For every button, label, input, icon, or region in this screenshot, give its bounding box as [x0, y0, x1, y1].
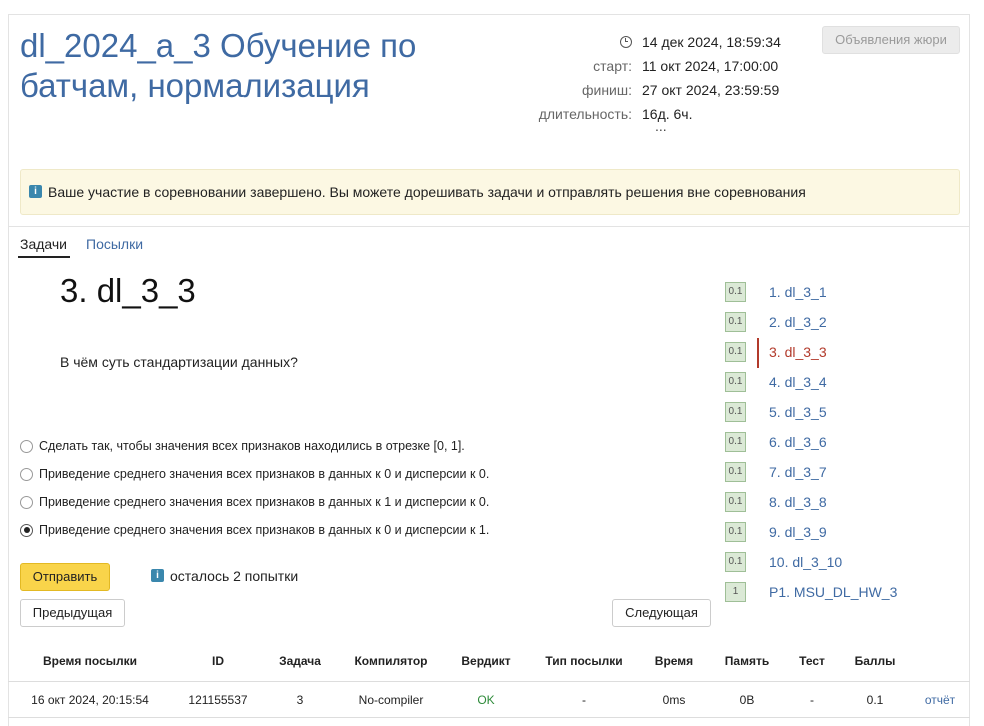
score-badge: 0.1	[725, 342, 746, 362]
score-badge: 0.1	[725, 492, 746, 512]
start-value: 11 окт 2024, 17:00:00	[642, 58, 779, 74]
radio-button[interactable]	[20, 467, 33, 481]
task-link[interactable]: 7. dl_3_7	[769, 464, 827, 480]
task-list-item[interactable]: 0.1 7. dl_3_7	[725, 462, 965, 484]
attempts-remaining: i осталось 2 попытки	[151, 568, 298, 584]
option-label: Приведение среднего значения всех призна…	[39, 523, 490, 537]
submit-button[interactable]: Отправить	[20, 563, 110, 591]
contest-title: dl_2024_a_3 Обучение по батчам, нормализ…	[20, 27, 417, 104]
cell-test: -	[810, 693, 814, 707]
finish-label: финиш:	[581, 82, 632, 98]
cell-score: 0.1	[866, 693, 884, 707]
col-header: Вердикт	[461, 654, 511, 668]
task-list-item[interactable]: 0.1 10. dl_3_10	[725, 552, 965, 574]
answer-option[interactable]: Приведение среднего значения всех призна…	[20, 488, 489, 516]
task-list-item[interactable]: 0.1 4. dl_3_4	[725, 372, 965, 394]
info-icon: i	[151, 568, 164, 582]
alert-text: Ваше участие в соревновании завершено. В…	[48, 184, 806, 200]
cell-submission-type: -	[582, 693, 586, 707]
task-link[interactable]: 3. dl_3_3	[769, 344, 827, 360]
col-header: Компилятор	[354, 654, 428, 668]
task-list-item[interactable]: 0.1 8. dl_3_8	[725, 492, 965, 514]
table-header: Время посылки ID Задача Компилятор Верди…	[8, 640, 970, 682]
meta-ellipsis: ...	[655, 118, 667, 134]
previous-task-button[interactable]: Предыдущая	[20, 599, 125, 627]
task-link[interactable]: 10. dl_3_10	[769, 554, 842, 570]
col-header: Время	[654, 654, 694, 668]
task-list-item-active[interactable]: 0.1 3. dl_3_3	[725, 338, 965, 368]
option-label: Сделать так, чтобы значения всех признак…	[39, 439, 465, 453]
score-badge: 0.1	[725, 432, 746, 452]
active-task-marker	[757, 338, 759, 368]
finish-value: 27 окт 2024, 23:59:59	[642, 82, 780, 98]
radio-button-checked[interactable]	[20, 523, 33, 537]
score-badge: 0.1	[725, 372, 746, 392]
option-label: Приведение среднего значения всех призна…	[39, 467, 490, 481]
start-label: старт:	[593, 58, 632, 74]
task-list-item[interactable]: 1 P1. MSU_DL_HW_3	[725, 582, 965, 604]
task-link[interactable]: 2. dl_3_2	[769, 314, 827, 330]
cell-time: 16 окт 2024, 20:15:54	[31, 693, 149, 707]
task-list-item[interactable]: 0.1 1. dl_3_1	[725, 282, 965, 304]
tab-tasks[interactable]: Задачи	[20, 236, 67, 252]
task-list-item[interactable]: 0.1 5. dl_3_5	[725, 402, 965, 424]
cell-task: 3	[296, 693, 304, 707]
cell-compiler: No-compiler	[358, 693, 424, 707]
task-link[interactable]: 6. dl_3_6	[769, 434, 827, 450]
score-badge: 0.1	[725, 462, 746, 482]
active-tab-indicator	[18, 256, 70, 258]
answer-option[interactable]: Приведение среднего значения всех призна…	[20, 516, 489, 544]
score-badge: 0.1	[725, 402, 746, 422]
task-list-item[interactable]: 0.1 9. dl_3_9	[725, 522, 965, 544]
current-time: 14 дек 2024, 18:59:34	[642, 34, 781, 50]
task-link[interactable]: 4. dl_3_4	[769, 374, 827, 390]
task-link[interactable]: 9. dl_3_9	[769, 524, 827, 540]
score-badge: 0.1	[725, 312, 746, 332]
table-row: 16 окт 2024, 20:15:54 121155537 3 No-com…	[8, 682, 970, 718]
score-badge: 0.1	[725, 552, 746, 572]
report-link[interactable]: отчёт	[914, 682, 966, 718]
col-header: Память	[724, 654, 770, 668]
duration-label: длительность:	[538, 106, 632, 122]
answer-option[interactable]: Сделать так, чтобы значения всех признак…	[20, 432, 489, 460]
cell-id: 121155537	[188, 693, 248, 707]
col-header: Баллы	[854, 654, 896, 668]
score-badge: 1	[725, 582, 746, 602]
clock-icon	[620, 36, 632, 48]
participation-alert: i Ваше участие в соревновании завершено. …	[20, 169, 960, 215]
radio-button[interactable]	[20, 439, 33, 453]
score-badge: 0.1	[725, 522, 746, 542]
duration-value: 16д. 6ч.	[642, 106, 693, 122]
info-icon: i	[29, 184, 42, 198]
cell-memory: 0B	[739, 693, 755, 707]
attempts-text: осталось 2 попытки	[170, 568, 299, 584]
contest-meta: 14 дек 2024, 18:59:34 старт: 11 окт 2024…	[522, 30, 781, 126]
next-task-button[interactable]: Следующая	[612, 599, 711, 627]
col-header: Задача	[279, 654, 321, 668]
cell-exec-time: 0ms	[662, 693, 686, 707]
cell-verdict: OK	[477, 693, 495, 707]
task-link[interactable]: P1. MSU_DL_HW_3	[769, 584, 897, 600]
divider	[8, 226, 970, 227]
tab-submissions[interactable]: Посылки	[86, 236, 143, 252]
task-question: В чём суть стандартизации данных?	[60, 354, 298, 370]
answer-options: Сделать так, чтобы значения всех признак…	[20, 432, 489, 544]
answer-option[interactable]: Приведение среднего значения всех призна…	[20, 460, 489, 488]
score-badge: 0.1	[725, 282, 746, 302]
task-link[interactable]: 1. dl_3_1	[769, 284, 827, 300]
col-header: ID	[212, 654, 224, 668]
task-title: 3. dl_3_3	[60, 272, 196, 309]
contest-frame	[8, 14, 970, 726]
jury-announcements-button[interactable]: Объявления жюри	[822, 26, 960, 54]
col-header: Время посылки	[42, 654, 138, 668]
task-link[interactable]: 8. dl_3_8	[769, 494, 827, 510]
col-header: Тест	[799, 654, 825, 668]
radio-button[interactable]	[20, 495, 33, 509]
task-list-item[interactable]: 0.1 6. dl_3_6	[725, 432, 965, 454]
task-link[interactable]: 5. dl_3_5	[769, 404, 827, 420]
task-list-item[interactable]: 0.1 2. dl_3_2	[725, 312, 965, 334]
option-label: Приведение среднего значения всех призна…	[39, 495, 490, 509]
col-header: Тип посылки	[545, 654, 623, 668]
